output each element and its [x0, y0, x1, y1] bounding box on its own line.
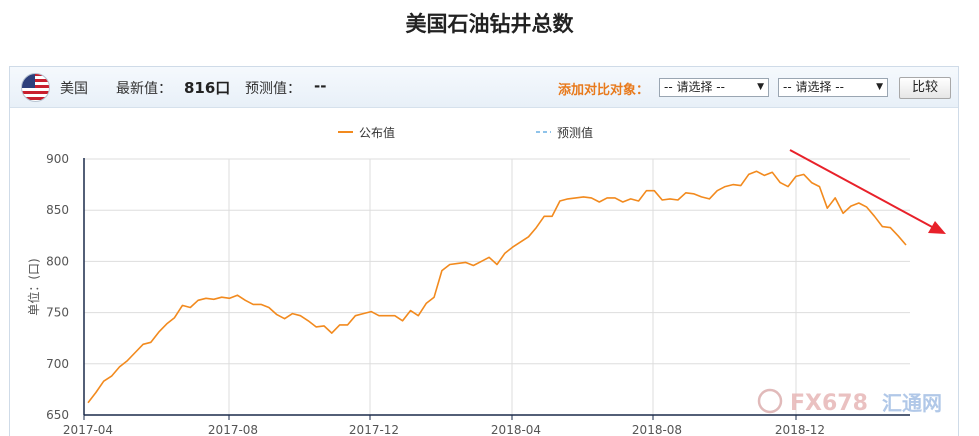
y-tick-label: 700 — [46, 357, 69, 371]
trend-arrow-head — [928, 221, 946, 234]
watermark-text: FX678 — [790, 391, 868, 416]
x-tick-label: 2017-12 — [349, 423, 399, 436]
trend-arrow-line — [789, 149, 935, 229]
x-tick-label: 2017-04 — [63, 423, 113, 436]
watermark-cn: 汇通网 — [882, 391, 942, 415]
legend-label-forecast: 预测值 — [557, 125, 593, 140]
x-tick-label: 2018-08 — [632, 423, 682, 436]
x-tick-label: 2018-12 — [775, 423, 825, 436]
x-tick-label: 2018-04 — [491, 423, 541, 436]
y-tick-label: 800 — [46, 254, 69, 268]
x-tick-label: 2017-08 — [208, 423, 258, 436]
line-chart: 650 700 750 800 850 900 2017-04 2017-08 2017-12 2… — [26, 125, 946, 436]
y-tick-label: 850 — [46, 203, 69, 217]
y-tick-label: 750 — [46, 306, 69, 320]
legend-label-published: 公布值 — [359, 125, 395, 140]
y-axis-label: 单位：(口) — [26, 258, 41, 315]
series-line-published — [87, 170, 907, 404]
y-tick-label: 650 — [46, 408, 69, 422]
y-tick-label: 900 — [46, 152, 69, 166]
watermark-logo-icon — [757, 388, 783, 414]
